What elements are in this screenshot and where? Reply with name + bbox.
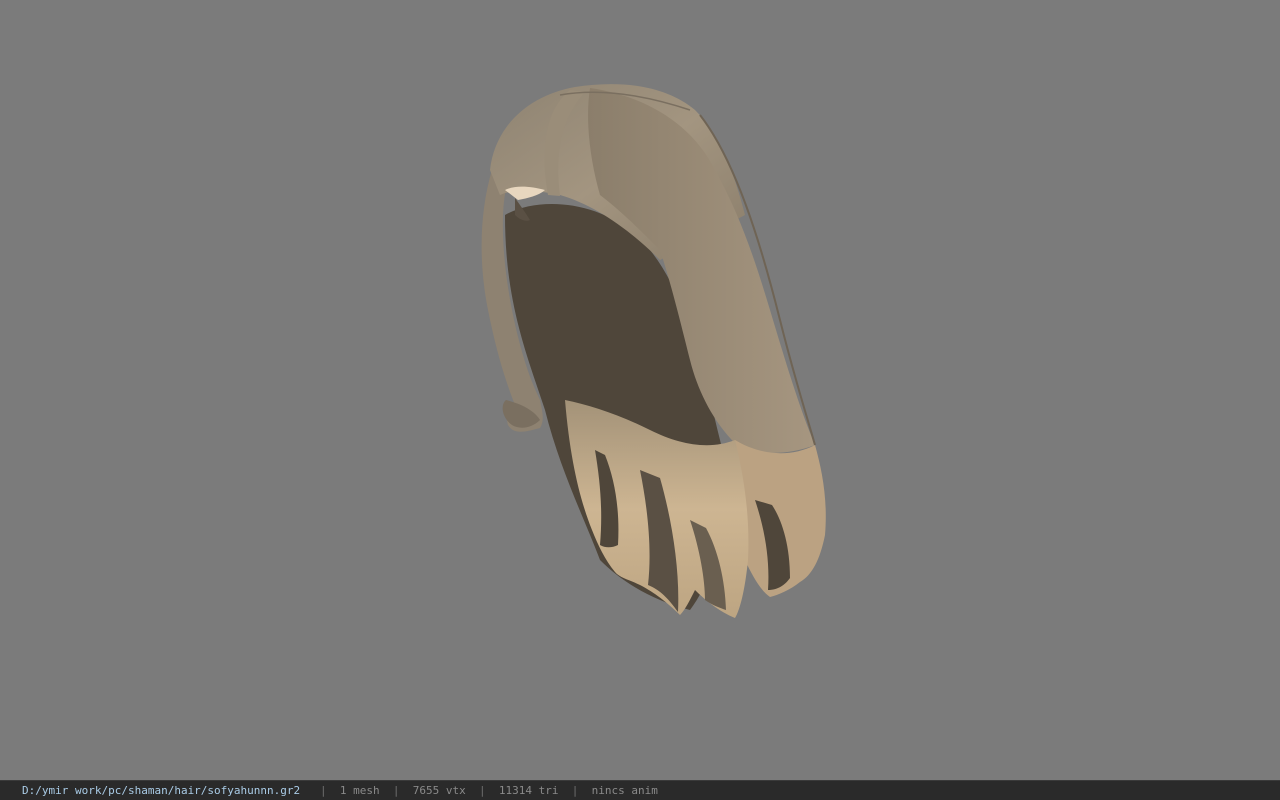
hair-model-render [481,84,826,618]
separator: | [479,784,486,797]
mesh-count-label: 1 mesh [339,784,380,797]
separator: | [571,784,579,797]
animation-status-label: nincs anim [591,784,658,797]
separator: | [392,784,400,797]
triangle-count-label: 11314 tri [498,784,559,797]
file-path-label: D:/ymir work/pc/shaman/hair/sofyahunnn.g… [22,784,301,797]
status-bar: D:/ymir work/pc/shaman/hair/sofyahunnn.g… [0,780,1280,800]
separator: | [320,784,327,797]
3d-viewport[interactable] [0,0,1280,780]
vertex-count-label: 7655 vtx [412,784,466,797]
